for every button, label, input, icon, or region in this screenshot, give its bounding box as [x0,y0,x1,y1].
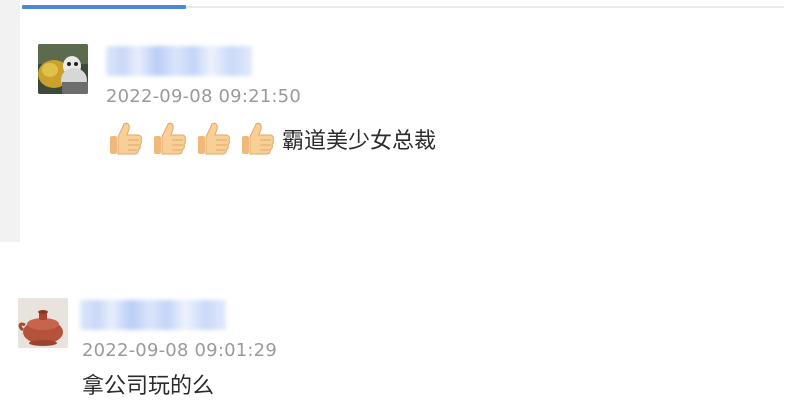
username-blurred[interactable] [106,46,252,76]
thumbs-up-icon [150,120,188,158]
comment-timestamp: 2022-09-08 09:21:50 [106,86,301,107]
avatar[interactable] [38,44,88,94]
comment-content: 拿公司玩的么 [82,368,214,400]
comments-page: 2022-09-08 09:21:50 霸道美少女总裁 2022-09-08 0… [0,0,800,401]
avatar[interactable] [18,298,68,348]
thumbs-up-icon [106,120,144,158]
comment-timestamp: 2022-09-08 09:01:29 [82,340,277,361]
tab-active-indicator[interactable] [22,5,186,9]
comment-content: 霸道美少女总裁 [106,120,436,158]
username-blurred[interactable] [80,300,226,330]
comment-text: 霸道美少女总裁 [282,129,437,154]
avatar-image [38,44,88,94]
avatar-image [18,298,68,348]
side-panel-strip [0,0,20,242]
thumbs-up-icon [194,120,232,158]
comment-text: 拿公司玩的么 [82,374,215,399]
thumbs-up-icon [238,120,276,158]
